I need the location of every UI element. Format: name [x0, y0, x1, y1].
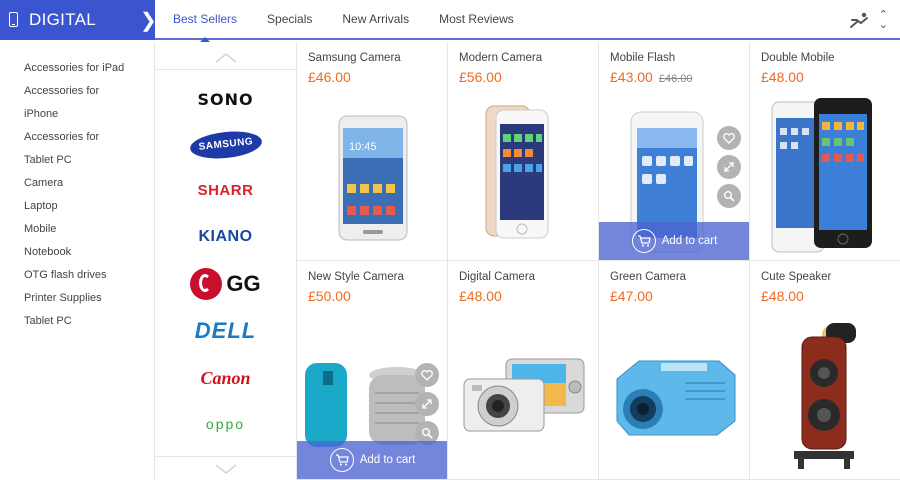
tab-specials[interactable]: Specials [252, 0, 327, 40]
quick-action-buttons [717, 126, 741, 208]
chevron-down-icon[interactable]: ⌄ [879, 19, 888, 30]
brand-logo-kiano[interactable]: KIANO [155, 228, 296, 246]
cart-icon [329, 448, 354, 472]
category-title: DIGITAL [29, 10, 96, 29]
sidebar-item-accessories-tablet-line2[interactable]: Tablet PC [0, 149, 154, 172]
compare-arrows-icon[interactable] [717, 155, 741, 179]
product-name[interactable]: Samsung Camera [308, 52, 401, 64]
product-price: £48.00 [459, 288, 502, 304]
product-card[interactable]: Double Mobile £48.00 [750, 42, 900, 261]
brand-name: SONO [197, 90, 254, 109]
sidebar-item-camera[interactable]: Camera [0, 172, 154, 195]
sidebar-item-accessories-iphone-line1[interactable]: Accessories for [0, 80, 154, 103]
sidebar-item-accessories-tablet-line1[interactable]: Accessories for [0, 126, 154, 149]
product-old-price: £46.00 [658, 73, 693, 85]
product-price: £50.00 [308, 288, 351, 304]
brand-logo-canon[interactable]: Canon [155, 368, 296, 389]
brand-name: Canon [200, 368, 251, 388]
product-price: £46.00 [308, 69, 351, 85]
product-image[interactable]: 10:45 [297, 94, 447, 254]
brand-name: SHARR [197, 182, 254, 199]
sidebar-item-laptop[interactable]: Laptop [0, 195, 154, 218]
sidebar-item-mobile[interactable]: Mobile [0, 218, 154, 241]
add-to-cart-label: Add to cart [661, 235, 718, 247]
product-tabs: Best Sellers Specials New Arrivals Most … [158, 0, 529, 42]
sidebar-item-tablet-pc[interactable]: Tablet PC [0, 310, 154, 333]
product-price: £48.00 [761, 69, 804, 85]
product-image[interactable] [599, 313, 749, 473]
brand-logo-sono[interactable]: SONO [155, 90, 296, 110]
brand-logo-oppo[interactable]: OPPO [155, 416, 296, 434]
product-card[interactable]: New Style Camera £50.00 Add to cart [297, 261, 448, 480]
brand-name: OPPO [205, 416, 246, 432]
gg-circle-icon [190, 268, 223, 300]
product-card[interactable]: Modern Camera £56.00 [448, 42, 599, 261]
product-price: £56.00 [459, 69, 502, 85]
brand-name: KIANO [198, 228, 253, 245]
phone-icon [9, 12, 18, 27]
chevron-right-icon: ❯ [140, 8, 157, 32]
add-to-cart-button[interactable]: Add to cart [599, 222, 749, 260]
header-tools: ⌃ ⌄ [849, 8, 888, 32]
product-price: £47.00 [610, 288, 653, 304]
product-name[interactable]: Modern Camera [459, 52, 542, 64]
add-to-cart-button[interactable]: Add to cart [297, 441, 447, 479]
brand-scroll-down-button[interactable] [155, 456, 296, 480]
quick-action-buttons [415, 363, 439, 445]
category-title-block[interactable]: DIGITAL ❯ [0, 0, 157, 40]
product-name[interactable]: Green Camera [610, 271, 686, 283]
brand-logo-sharr[interactable]: SHARR [155, 182, 296, 200]
product-card[interactable]: Digital Camera £48.00 [448, 261, 599, 480]
tab-most-reviews[interactable]: Most Reviews [424, 0, 529, 40]
product-name[interactable]: Digital Camera [459, 271, 535, 283]
sidebar-item-notebook[interactable]: Notebook [0, 241, 154, 264]
product-name[interactable]: New Style Camera [308, 271, 404, 283]
product-price: £43.00 £46.00 [610, 69, 693, 85]
top-header: DIGITAL ❯ Best Sellers Specials New Arri… [0, 0, 900, 42]
product-name[interactable]: Cute Speaker [761, 271, 831, 283]
brand-column: SONO SAMSUNG SHARR KIANO GG DELL Canon O… [155, 42, 297, 480]
product-name[interactable]: Double Mobile [761, 52, 835, 64]
product-card[interactable]: Green Camera £47.00 [599, 261, 750, 480]
product-name[interactable]: Mobile Flash [610, 52, 675, 64]
product-grid: Samsung Camera £46.00 10:45 Modern Camer… [297, 42, 900, 480]
svg-text:10:45: 10:45 [349, 141, 377, 153]
brand-logo-gg[interactable]: GG [155, 268, 296, 305]
product-card[interactable]: Cute Speaker £48.00 [750, 261, 900, 480]
tab-best-sellers[interactable]: Best Sellers [158, 0, 252, 42]
sidebar-item-otg-flash-drives[interactable]: OTG flash drives [0, 264, 154, 287]
tab-new-arrivals[interactable]: New Arrivals [327, 0, 424, 40]
brand-name: DELL [194, 318, 257, 343]
product-card[interactable]: Samsung Camera £46.00 10:45 [297, 42, 448, 261]
add-to-cart-label: Add to cart [359, 454, 416, 466]
zoom-search-icon[interactable] [717, 184, 741, 208]
wishlist-heart-icon[interactable] [717, 126, 741, 150]
sidebar-item-accessories-ipad[interactable]: Accessories for iPad [0, 57, 154, 80]
product-image[interactable] [750, 94, 900, 254]
sidebar-item-accessories-iphone-line2[interactable]: iPhone [0, 103, 154, 126]
product-image[interactable] [448, 313, 598, 473]
brand-name: GG [226, 271, 261, 296]
brand-logo-dell[interactable]: DELL [155, 318, 296, 344]
sidebar-item-printer-supplies[interactable]: Printer Supplies [0, 287, 154, 310]
compare-arrows-icon[interactable] [415, 392, 439, 416]
category-sidebar: Accessories for iPad Accessories for iPh… [0, 42, 155, 480]
scroll-updown-control[interactable]: ⌃ ⌄ [879, 9, 888, 30]
brand-name: SAMSUNG [188, 128, 263, 162]
product-image[interactable] [448, 94, 598, 254]
wishlist-heart-icon[interactable] [415, 363, 439, 387]
brand-logo-samsung[interactable]: SAMSUNG [155, 128, 296, 162]
cart-icon [631, 229, 656, 253]
product-image[interactable] [750, 313, 900, 473]
product-card[interactable]: Mobile Flash £43.00 £46.00 Add to cart [599, 42, 750, 261]
brand-scroll-up-button[interactable] [155, 46, 296, 70]
expand-toggle-icon[interactable] [849, 11, 869, 29]
product-price: £48.00 [761, 288, 804, 304]
